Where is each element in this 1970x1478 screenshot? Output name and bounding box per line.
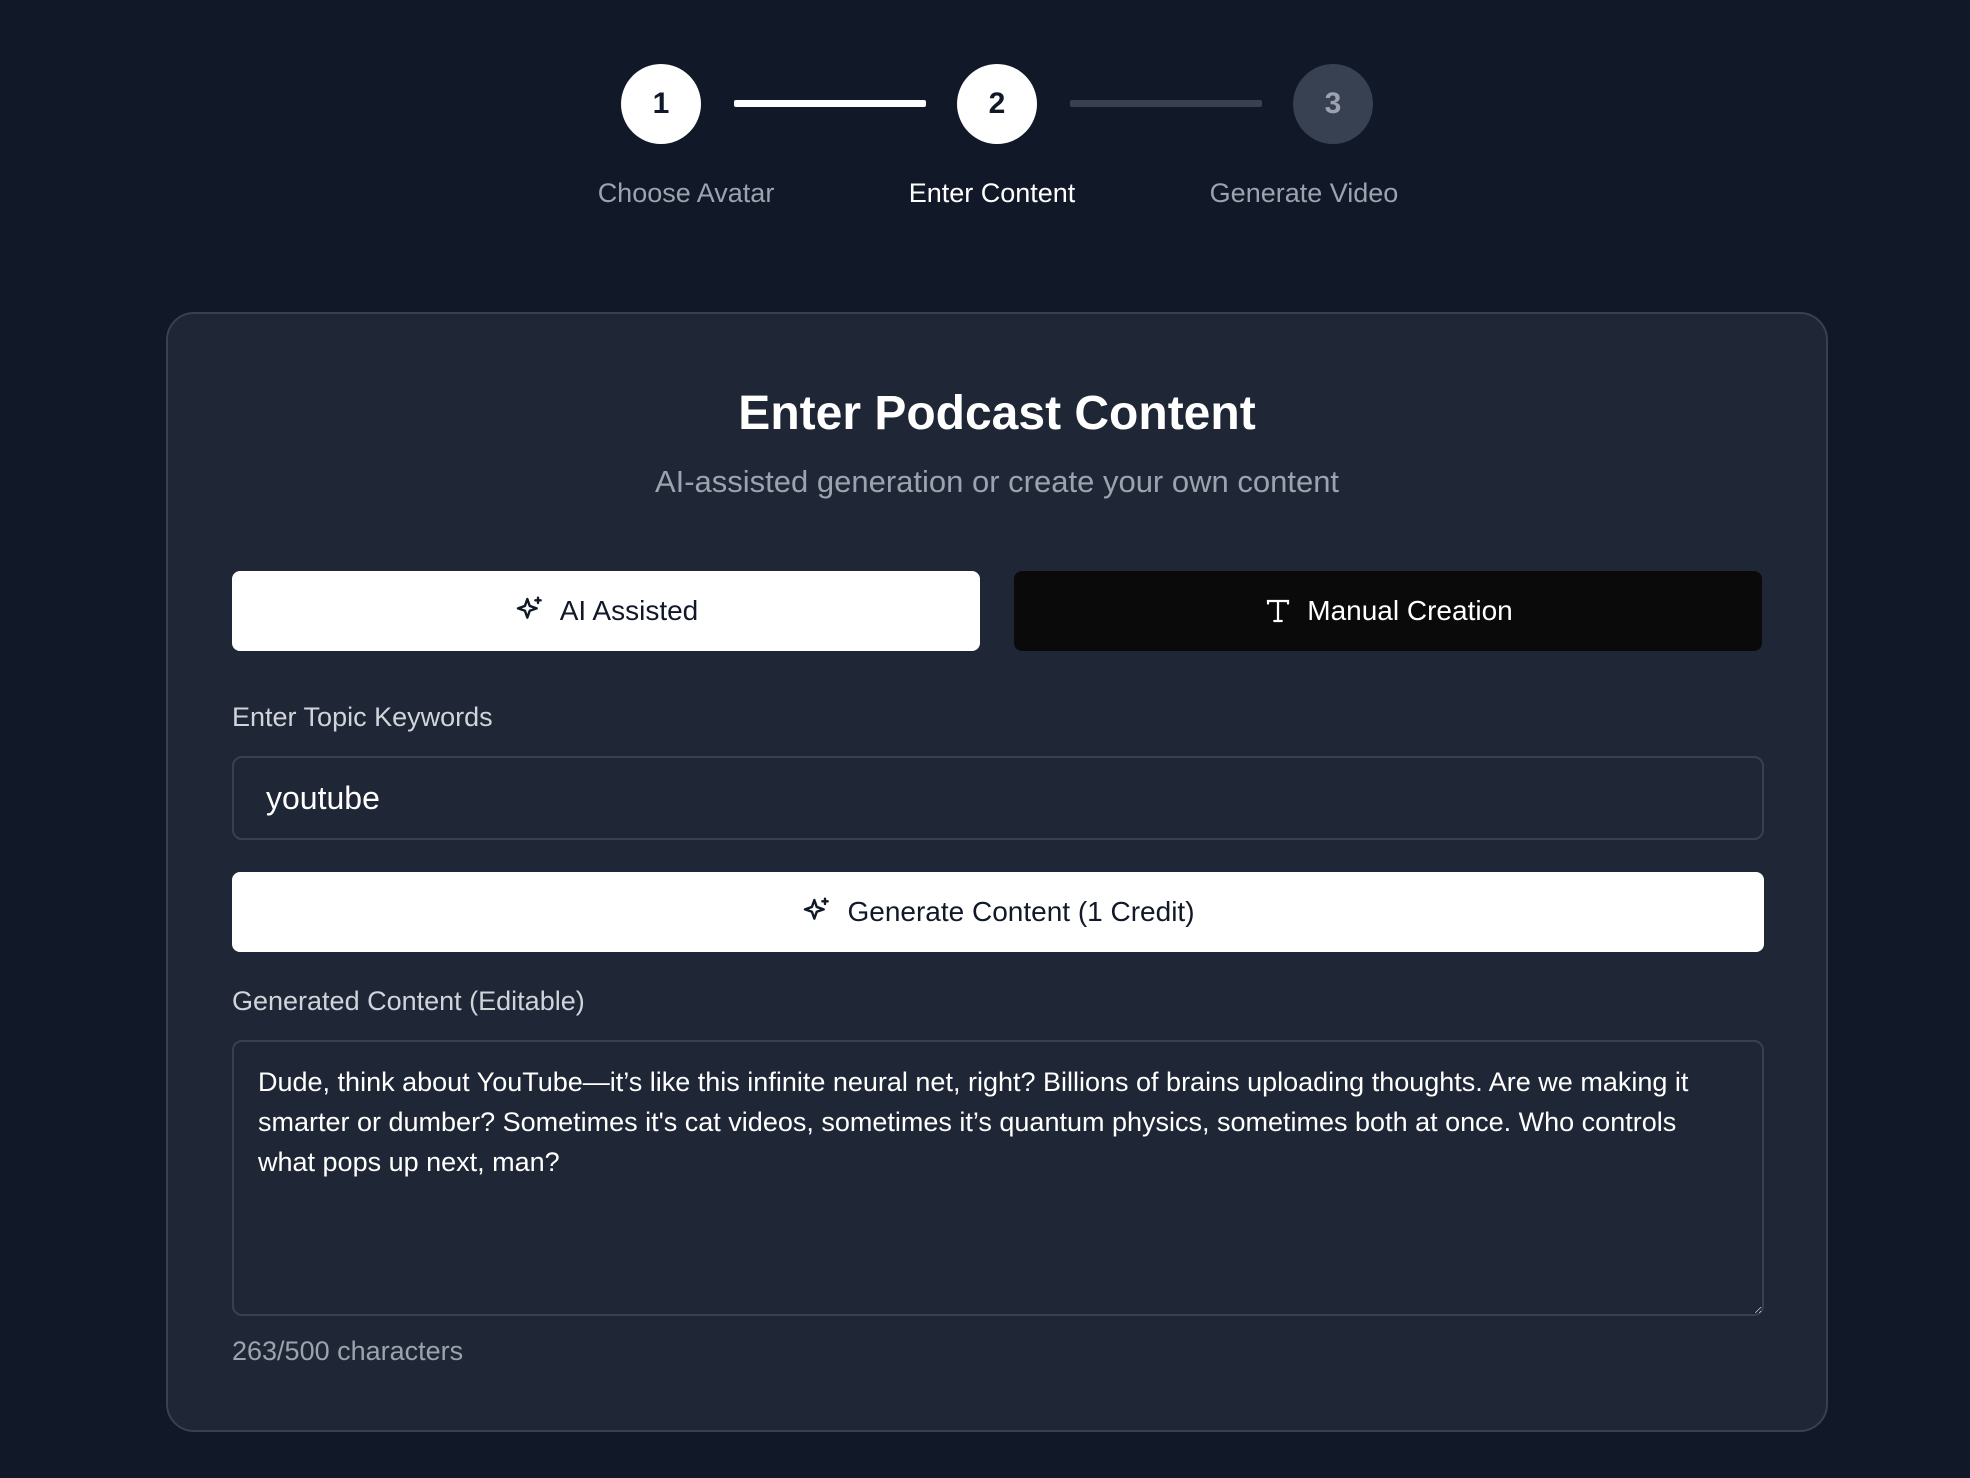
page-subtitle: AI-assisted generation or create your ow… (654, 464, 1340, 499)
type-icon (1263, 596, 1293, 626)
step-2-circle[interactable]: 2 (957, 64, 1037, 144)
topic-keywords-input[interactable] (232, 756, 1764, 840)
sparkles-icon (514, 595, 546, 627)
step-1-circle[interactable]: 1 (621, 64, 701, 144)
content-card: Enter Podcast Content AI-assisted genera… (166, 312, 1828, 1432)
topic-keywords-label: Enter Topic Keywords (232, 702, 493, 732)
step-2-label: Enter Content (908, 178, 1076, 208)
progress-stepper: 1 2 3 Choose Avatar Enter Content Genera… (0, 0, 1970, 220)
generated-content-label: Generated Content (Editable) (232, 986, 585, 1016)
character-count: 263/500 characters (232, 1336, 464, 1366)
step-3-label: Generate Video (1209, 178, 1399, 208)
generated-content-textarea[interactable]: Dude, think about YouTube—it’s like this… (232, 1040, 1764, 1316)
generate-content-label: Generate Content (1 Credit) (847, 896, 1195, 927)
page-title: Enter Podcast Content (738, 387, 1256, 440)
ai-assisted-label: AI Assisted (559, 595, 699, 626)
ai-assisted-tab[interactable]: AI Assisted (232, 571, 980, 651)
step-1-label: Choose Avatar (597, 178, 775, 208)
step-connector-2 (1070, 100, 1262, 107)
generate-content-button[interactable]: Generate Content (1 Credit) (232, 872, 1764, 952)
step-3-circle: 3 (1293, 64, 1373, 144)
sparkles-icon (801, 896, 833, 928)
manual-creation-label: Manual Creation (1307, 595, 1513, 626)
manual-creation-tab[interactable]: Manual Creation (1014, 571, 1762, 651)
step-connector-1 (734, 100, 926, 107)
